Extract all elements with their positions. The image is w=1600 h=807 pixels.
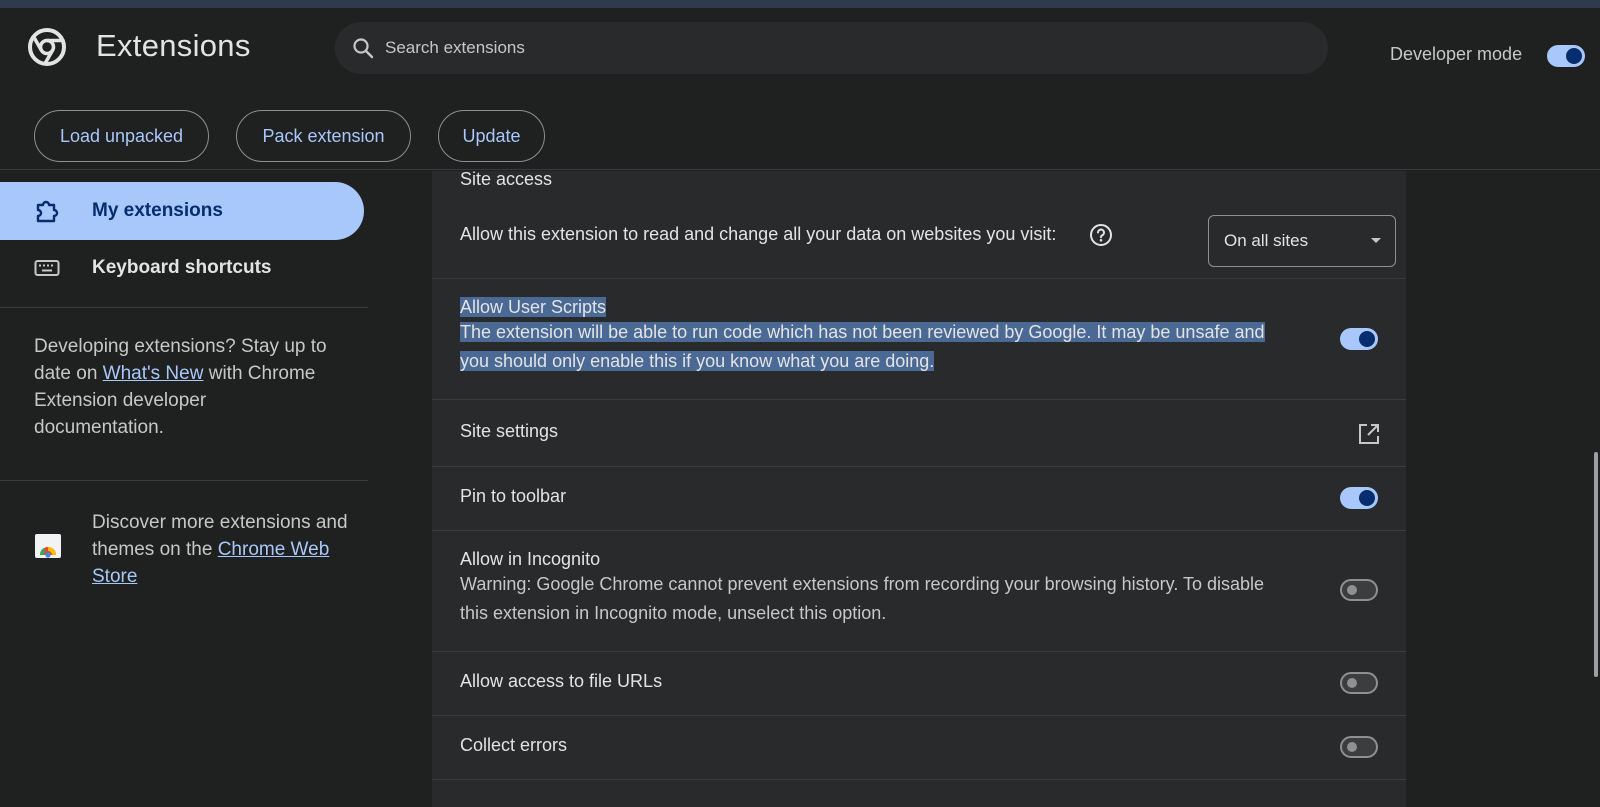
file-urls-label: Allow access to file URLs: [460, 671, 663, 691]
open-in-new-icon[interactable]: [1357, 422, 1381, 446]
chrome-web-store-icon: [35, 534, 61, 558]
sidebar-item-keyboard-shortcuts[interactable]: Keyboard shortcuts: [0, 239, 364, 297]
keyboard-icon: [34, 258, 82, 278]
pin-toolbar-row: Pin to toolbar: [432, 467, 1406, 531]
user-scripts-row: Allow User Scripts The extension will be…: [432, 279, 1406, 400]
collect-errors-toggle[interactable]: [1340, 736, 1378, 758]
help-icon[interactable]: [1089, 223, 1113, 247]
web-store-info-text: Discover more extensions and themes on t…: [92, 509, 352, 590]
update-button[interactable]: Update: [438, 110, 545, 162]
sidebar: My extensions Keyboard shortcuts Develop…: [0, 171, 368, 807]
toggle-knob: [1347, 742, 1357, 752]
page-title: Extensions: [96, 28, 251, 63]
search-icon: [353, 38, 374, 59]
site-access-row: Site access Allow this extension to read…: [432, 169, 1406, 279]
whats-new-link[interactable]: What's New: [103, 363, 204, 384]
collect-errors-row: Collect errors: [432, 716, 1406, 780]
sidebar-item-label: Keyboard shortcuts: [92, 257, 272, 278]
pin-toolbar-toggle[interactable]: [1340, 487, 1378, 509]
window-top-strip: [0, 0, 1600, 8]
search-input[interactable]: [385, 38, 1285, 58]
incognito-row: Allow in Incognito Warning: Google Chrom…: [432, 531, 1406, 652]
incognito-desc-line1: Warning: Google Chrome cannot prevent ex…: [460, 574, 1265, 594]
toggle-knob: [1347, 585, 1357, 595]
user-scripts-desc-line2: you should only enable this if you know …: [460, 351, 935, 371]
incognito-desc-line2: this extension in Incognito mode, unsele…: [460, 603, 887, 623]
extension-details-card: Site access Allow this extension to read…: [432, 169, 1406, 807]
file-urls-row: Allow access to file URLs: [432, 652, 1406, 716]
toggle-knob: [1347, 678, 1357, 688]
file-urls-toggle[interactable]: [1340, 672, 1378, 694]
incognito-toggle[interactable]: [1340, 579, 1378, 601]
sidebar-divider: [0, 307, 368, 308]
user-scripts-desc-line1: The extension will be able to run code w…: [460, 322, 1265, 342]
sidebar-item-my-extensions[interactable]: My extensions: [0, 182, 364, 240]
toggle-knob: [1359, 331, 1375, 347]
pack-extension-button[interactable]: Pack extension: [236, 110, 411, 162]
chrome-logo-icon: [28, 28, 66, 66]
site-access-label: Allow this extension to read and change …: [460, 224, 1057, 244]
extension-puzzle-icon: [34, 198, 82, 224]
site-access-select-value: On all sites: [1224, 231, 1309, 250]
user-scripts-label: Allow User Scripts: [460, 297, 607, 317]
user-scripts-toggle[interactable]: [1340, 328, 1378, 350]
load-unpacked-button[interactable]: Load unpacked: [34, 110, 209, 162]
site-access-select[interactable]: On all sites: [1208, 215, 1396, 267]
developer-mode-toggle[interactable]: [1547, 45, 1585, 67]
incognito-label: Allow in Incognito: [460, 549, 601, 569]
developer-info-text: Developing extensions? Stay up to date o…: [34, 333, 334, 441]
user-scripts-text: Allow User Scripts The extension will be…: [460, 297, 1300, 376]
page-scrollbar[interactable]: [1594, 452, 1598, 677]
site-access-heading: Site access: [460, 169, 553, 189]
developer-mode-label: Developer mode: [1390, 44, 1523, 64]
toggle-knob: [1359, 490, 1375, 506]
collect-errors-label: Collect errors: [460, 735, 568, 755]
site-settings-row[interactable]: Site settings: [432, 400, 1406, 467]
sidebar-item-label: My extensions: [92, 200, 223, 221]
chevron-down-icon: [1371, 238, 1381, 243]
sidebar-divider: [0, 480, 368, 481]
toggle-knob: [1566, 48, 1582, 64]
site-settings-label: Site settings: [460, 421, 559, 441]
page-header: Extensions Developer mode Load unpacked …: [0, 8, 1600, 170]
incognito-text: Allow in Incognito Warning: Google Chrom…: [460, 549, 1310, 628]
pin-toolbar-label: Pin to toolbar: [460, 486, 567, 506]
search-bar[interactable]: [335, 22, 1328, 74]
